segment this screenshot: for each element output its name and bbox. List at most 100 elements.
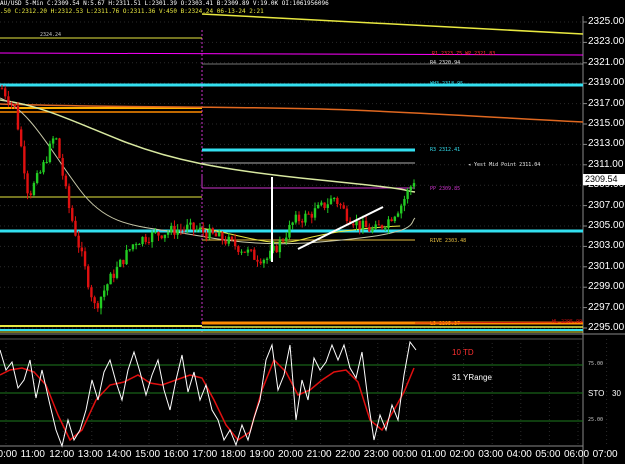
candle-up xyxy=(166,232,170,235)
time-axis-label: 16:00 xyxy=(163,449,189,460)
candle-up xyxy=(313,208,317,218)
candle-up xyxy=(396,213,400,217)
candle-up xyxy=(176,229,179,235)
candle-down xyxy=(179,229,183,231)
time-axis-label: 06:00 xyxy=(564,449,590,460)
time-axis-label: 23:00 xyxy=(363,449,389,460)
candle-up xyxy=(106,284,109,291)
candle-up xyxy=(406,190,409,199)
candle-up xyxy=(32,183,36,196)
candle-up xyxy=(128,249,131,251)
candle-down xyxy=(358,220,361,230)
candle-up xyxy=(329,198,333,205)
candle-down xyxy=(380,225,384,229)
time-axis-label: 02:00 xyxy=(449,449,475,460)
td-indicator-label: 10 TD xyxy=(452,348,474,357)
sto-label: STO xyxy=(588,389,605,398)
candle-down xyxy=(345,208,349,222)
candle-up xyxy=(265,258,269,260)
price-chart[interactable] xyxy=(0,0,625,464)
candle-down xyxy=(202,227,205,233)
price-axis-label: 2301.00 xyxy=(588,260,625,272)
candle-up xyxy=(103,290,106,297)
candle-down xyxy=(29,193,32,196)
candle-up xyxy=(278,240,282,253)
candle-up xyxy=(118,259,122,267)
candle-up xyxy=(55,138,58,140)
r3-level-label: R3 2312.41 xyxy=(430,147,461,153)
candle-down xyxy=(259,261,262,264)
time-axis-label: 17:00 xyxy=(192,449,218,460)
candle-up xyxy=(45,162,48,164)
time-axis-label: 11:00 xyxy=(20,449,45,460)
candle-down xyxy=(342,205,345,209)
candle-down xyxy=(230,236,234,240)
candle-up xyxy=(403,198,406,206)
candle-down xyxy=(237,246,240,252)
candle-down xyxy=(390,219,393,222)
candle-up xyxy=(240,251,243,253)
price-axis-label: 2317.00 xyxy=(588,97,625,109)
candle-up xyxy=(326,204,329,209)
price-axis-label: 2323.00 xyxy=(588,36,625,48)
candle-down xyxy=(339,204,342,206)
candle-down xyxy=(214,233,218,237)
candle-down xyxy=(301,221,304,223)
candle-down xyxy=(23,146,26,174)
candle-down xyxy=(253,249,256,260)
candle-up xyxy=(141,236,144,245)
candle-down xyxy=(368,227,371,232)
time-axis-label: 20:00 xyxy=(278,449,304,460)
price-axis-label: 2303.00 xyxy=(588,240,625,252)
candle-up xyxy=(109,273,112,285)
candle-down xyxy=(297,214,301,222)
price-axis-label: 2321.00 xyxy=(588,56,625,68)
candle-down xyxy=(182,229,186,231)
candle-up xyxy=(125,250,128,265)
candle-down xyxy=(77,235,80,248)
l3-level-label: L3 2295.37 xyxy=(430,321,461,327)
candle-up xyxy=(131,244,135,250)
time-axis-label: 07:00 xyxy=(592,449,618,460)
candle-down xyxy=(26,173,29,194)
candle-down xyxy=(221,232,224,241)
candle-up xyxy=(304,213,307,223)
candle-up xyxy=(99,296,103,309)
candle-down xyxy=(192,222,195,231)
candle-down xyxy=(364,220,368,228)
price-axis-label: 2295.00 xyxy=(588,322,625,333)
candle-up xyxy=(195,229,199,231)
candle-up xyxy=(291,222,294,225)
candle-down xyxy=(13,104,16,106)
time-axis-label: 03:00 xyxy=(478,449,504,460)
candle-down xyxy=(147,241,151,243)
candle-up xyxy=(42,162,45,173)
price-axis-label: 2315.00 xyxy=(588,118,625,129)
candle-down xyxy=(61,158,64,176)
candle-up xyxy=(285,237,288,242)
current-price-box: 2309.54 xyxy=(583,174,625,185)
candle-up xyxy=(115,266,119,278)
candle-up xyxy=(35,173,39,184)
sto-value: 30 xyxy=(612,389,621,398)
candle-up xyxy=(217,232,221,237)
candle-up xyxy=(208,228,211,239)
candle-up xyxy=(288,224,291,238)
candle-down xyxy=(10,103,13,105)
candle-down xyxy=(0,88,4,90)
candle-up xyxy=(246,249,250,253)
candle-up xyxy=(384,227,387,229)
candle-down xyxy=(323,202,326,209)
time-axis-label: 04:00 xyxy=(506,449,532,460)
time-axis-label: 12:00 xyxy=(49,449,75,460)
candle-up xyxy=(150,232,154,243)
candle-up xyxy=(361,220,365,230)
candle-up xyxy=(371,228,374,232)
time-axis-label: 13:00 xyxy=(77,449,103,460)
candle-down xyxy=(90,287,93,298)
candle-down xyxy=(144,236,147,242)
candle-up xyxy=(387,219,390,228)
candle-up xyxy=(374,224,377,229)
candle-up xyxy=(134,244,138,246)
candle-down xyxy=(80,247,84,252)
